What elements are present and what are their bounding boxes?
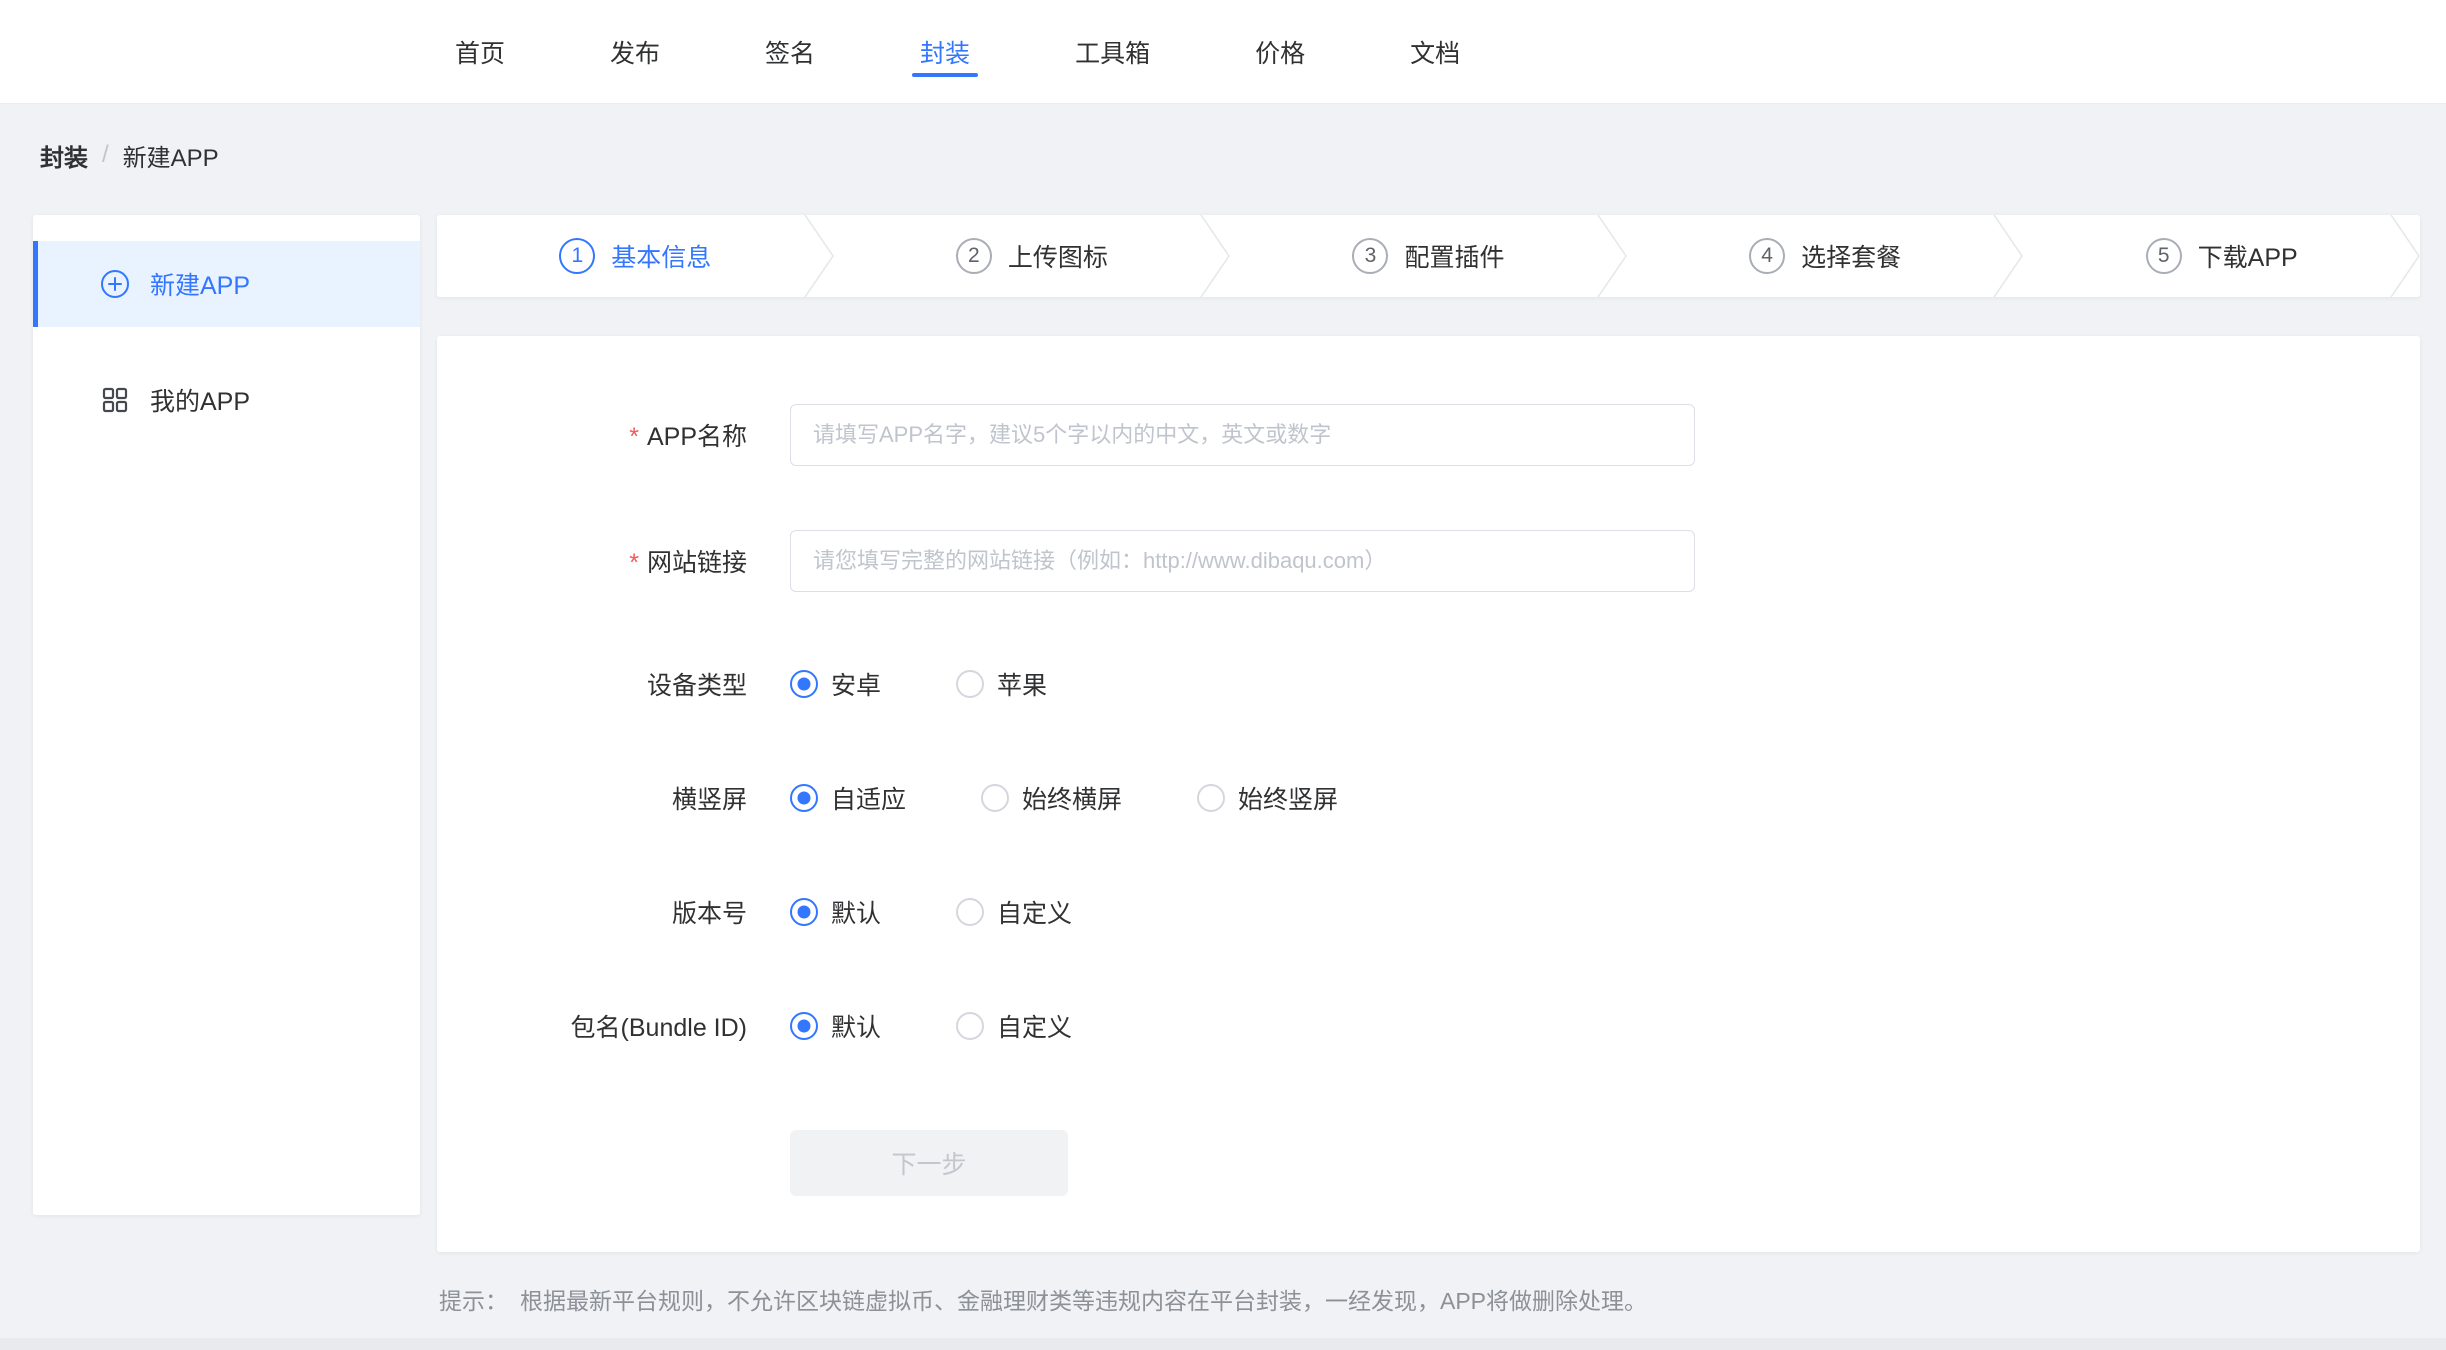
radio-unselected-icon bbox=[1197, 784, 1225, 812]
radio-label: 苹果 bbox=[997, 666, 1047, 702]
main-layout: 新建APP 我的APP 1 基本信息 2 bbox=[0, 170, 2446, 1316]
radio-label: 始终横屏 bbox=[1022, 780, 1122, 816]
device-type-radio-group: 安卓 苹果 bbox=[790, 666, 1047, 702]
radio-version-custom[interactable]: 自定义 bbox=[956, 894, 1072, 930]
radio-label: 始终竖屏 bbox=[1238, 780, 1338, 816]
step-label: 选择套餐 bbox=[1801, 238, 1901, 274]
grid-icon bbox=[100, 385, 130, 415]
orientation-radio-group: 自适应 始终横屏 始终竖屏 bbox=[790, 780, 1338, 816]
top-navigation: 首页 发布 签名 封装 工具箱 价格 文档 bbox=[0, 0, 2446, 104]
radio-unselected-icon bbox=[956, 670, 984, 698]
step-label: 配置插件 bbox=[1404, 238, 1504, 274]
nav-item-docs[interactable]: 文档 bbox=[1410, 0, 1460, 103]
radio-android[interactable]: 安卓 bbox=[790, 666, 881, 702]
form-row-site-url: *网站链接 bbox=[437, 530, 2420, 592]
step-number: 1 bbox=[559, 238, 595, 274]
radio-always-portrait[interactable]: 始终竖屏 bbox=[1197, 780, 1338, 816]
step-label: 基本信息 bbox=[611, 238, 711, 274]
step-upload-icon: 2 上传图标 bbox=[834, 215, 1231, 297]
radio-selected-icon bbox=[790, 898, 818, 926]
breadcrumb-separator: / bbox=[102, 141, 109, 169]
content-area: 1 基本信息 2 上传图标 3 配置插件 4 选择套餐 5 下载APP bbox=[437, 215, 2420, 1316]
version-label: 版本号 bbox=[437, 894, 747, 930]
plus-circle-icon bbox=[100, 269, 130, 299]
radio-label: 默认 bbox=[831, 894, 881, 930]
orientation-label: 横竖屏 bbox=[437, 780, 747, 816]
radio-unselected-icon bbox=[956, 898, 984, 926]
main-nav: 首页 发布 签名 封装 工具箱 价格 文档 bbox=[455, 0, 1460, 103]
radio-apple[interactable]: 苹果 bbox=[956, 666, 1047, 702]
app-name-label: *APP名称 bbox=[437, 417, 747, 453]
step-label: 上传图标 bbox=[1008, 238, 1108, 274]
bundle-id-label: 包名(Bundle ID) bbox=[437, 1008, 747, 1044]
step-arrow-icon bbox=[2390, 215, 2420, 297]
nav-item-package[interactable]: 封装 bbox=[920, 0, 970, 103]
radio-always-landscape[interactable]: 始终横屏 bbox=[981, 780, 1122, 816]
form-row-device-type: 设备类型 安卓 苹果 bbox=[437, 666, 2420, 702]
app-name-input[interactable] bbox=[790, 404, 1695, 466]
form-row-version: 版本号 默认 自定义 bbox=[437, 894, 2420, 930]
site-url-label: *网站链接 bbox=[437, 543, 747, 579]
device-type-label: 设备类型 bbox=[437, 666, 747, 702]
radio-version-default[interactable]: 默认 bbox=[790, 894, 881, 930]
radio-label: 默认 bbox=[831, 1008, 881, 1044]
step-number: 3 bbox=[1352, 238, 1388, 274]
required-asterisk: * bbox=[629, 549, 639, 577]
breadcrumb: 封装 / 新建APP bbox=[0, 104, 2446, 170]
radio-adaptive[interactable]: 自适应 bbox=[790, 780, 906, 816]
tip-prefix: 提示： bbox=[439, 1282, 508, 1316]
footer-strip bbox=[0, 1338, 2446, 1350]
site-url-input[interactable] bbox=[790, 530, 1695, 592]
sidebar-item-new-app[interactable]: 新建APP bbox=[33, 241, 420, 327]
nav-item-home[interactable]: 首页 bbox=[455, 0, 505, 103]
form-actions: 下一步 bbox=[437, 1130, 2420, 1196]
step-arrow-icon bbox=[1993, 215, 2023, 297]
sidebar-item-label: 我的APP bbox=[150, 382, 250, 418]
step-number: 5 bbox=[2146, 238, 2182, 274]
form-row-orientation: 横竖屏 自适应 始终横屏 始终竖屏 bbox=[437, 780, 2420, 816]
radio-bundle-default[interactable]: 默认 bbox=[790, 1008, 881, 1044]
radio-selected-icon bbox=[790, 784, 818, 812]
sidebar: 新建APP 我的APP bbox=[33, 215, 420, 1215]
step-arrow-icon bbox=[1200, 215, 1230, 297]
step-number: 4 bbox=[1749, 238, 1785, 274]
radio-unselected-icon bbox=[981, 784, 1009, 812]
radio-unselected-icon bbox=[956, 1012, 984, 1040]
radio-label: 安卓 bbox=[831, 666, 881, 702]
step-arrow-icon bbox=[804, 215, 834, 297]
radio-label: 自定义 bbox=[997, 1008, 1072, 1044]
radio-bundle-custom[interactable]: 自定义 bbox=[956, 1008, 1072, 1044]
step-basic-info: 1 基本信息 bbox=[437, 215, 834, 297]
nav-item-toolbox[interactable]: 工具箱 bbox=[1075, 0, 1150, 103]
breadcrumb-package[interactable]: 封装 bbox=[40, 138, 88, 173]
sidebar-item-my-app[interactable]: 我的APP bbox=[33, 357, 420, 443]
required-asterisk: * bbox=[629, 423, 639, 451]
step-number: 2 bbox=[956, 238, 992, 274]
form-row-app-name: *APP名称 bbox=[437, 404, 2420, 466]
next-step-button[interactable]: 下一步 bbox=[790, 1130, 1068, 1196]
step-download-app: 5 下载APP bbox=[2023, 215, 2420, 297]
step-configure-plugins: 3 配置插件 bbox=[1230, 215, 1627, 297]
sidebar-item-label: 新建APP bbox=[150, 266, 250, 302]
radio-label: 自定义 bbox=[997, 894, 1072, 930]
breadcrumb-new-app: 新建APP bbox=[123, 138, 219, 173]
nav-item-publish[interactable]: 发布 bbox=[610, 0, 660, 103]
step-label: 下载APP bbox=[2198, 238, 2298, 274]
form-card: *APP名称 *网站链接 设备类型 安卓 bbox=[437, 336, 2420, 1252]
step-arrow-icon bbox=[1597, 215, 1627, 297]
steps-bar: 1 基本信息 2 上传图标 3 配置插件 4 选择套餐 5 下载APP bbox=[437, 215, 2420, 297]
version-radio-group: 默认 自定义 bbox=[790, 894, 1072, 930]
radio-selected-icon bbox=[790, 1012, 818, 1040]
radio-selected-icon bbox=[790, 670, 818, 698]
tip-text: 根据最新平台规则，不允许区块链虚拟币、金融理财类等违规内容在平台封装，一经发现，… bbox=[520, 1282, 1647, 1316]
step-select-plan: 4 选择套餐 bbox=[1627, 215, 2024, 297]
radio-label: 自适应 bbox=[831, 780, 906, 816]
bundle-id-radio-group: 默认 自定义 bbox=[790, 1008, 1072, 1044]
nav-item-sign[interactable]: 签名 bbox=[765, 0, 815, 103]
nav-item-pricing[interactable]: 价格 bbox=[1255, 0, 1305, 103]
platform-rule-tip: 提示： 根据最新平台规则，不允许区块链虚拟币、金融理财类等违规内容在平台封装，一… bbox=[437, 1282, 2420, 1316]
form-row-bundle-id: 包名(Bundle ID) 默认 自定义 bbox=[437, 1008, 2420, 1044]
